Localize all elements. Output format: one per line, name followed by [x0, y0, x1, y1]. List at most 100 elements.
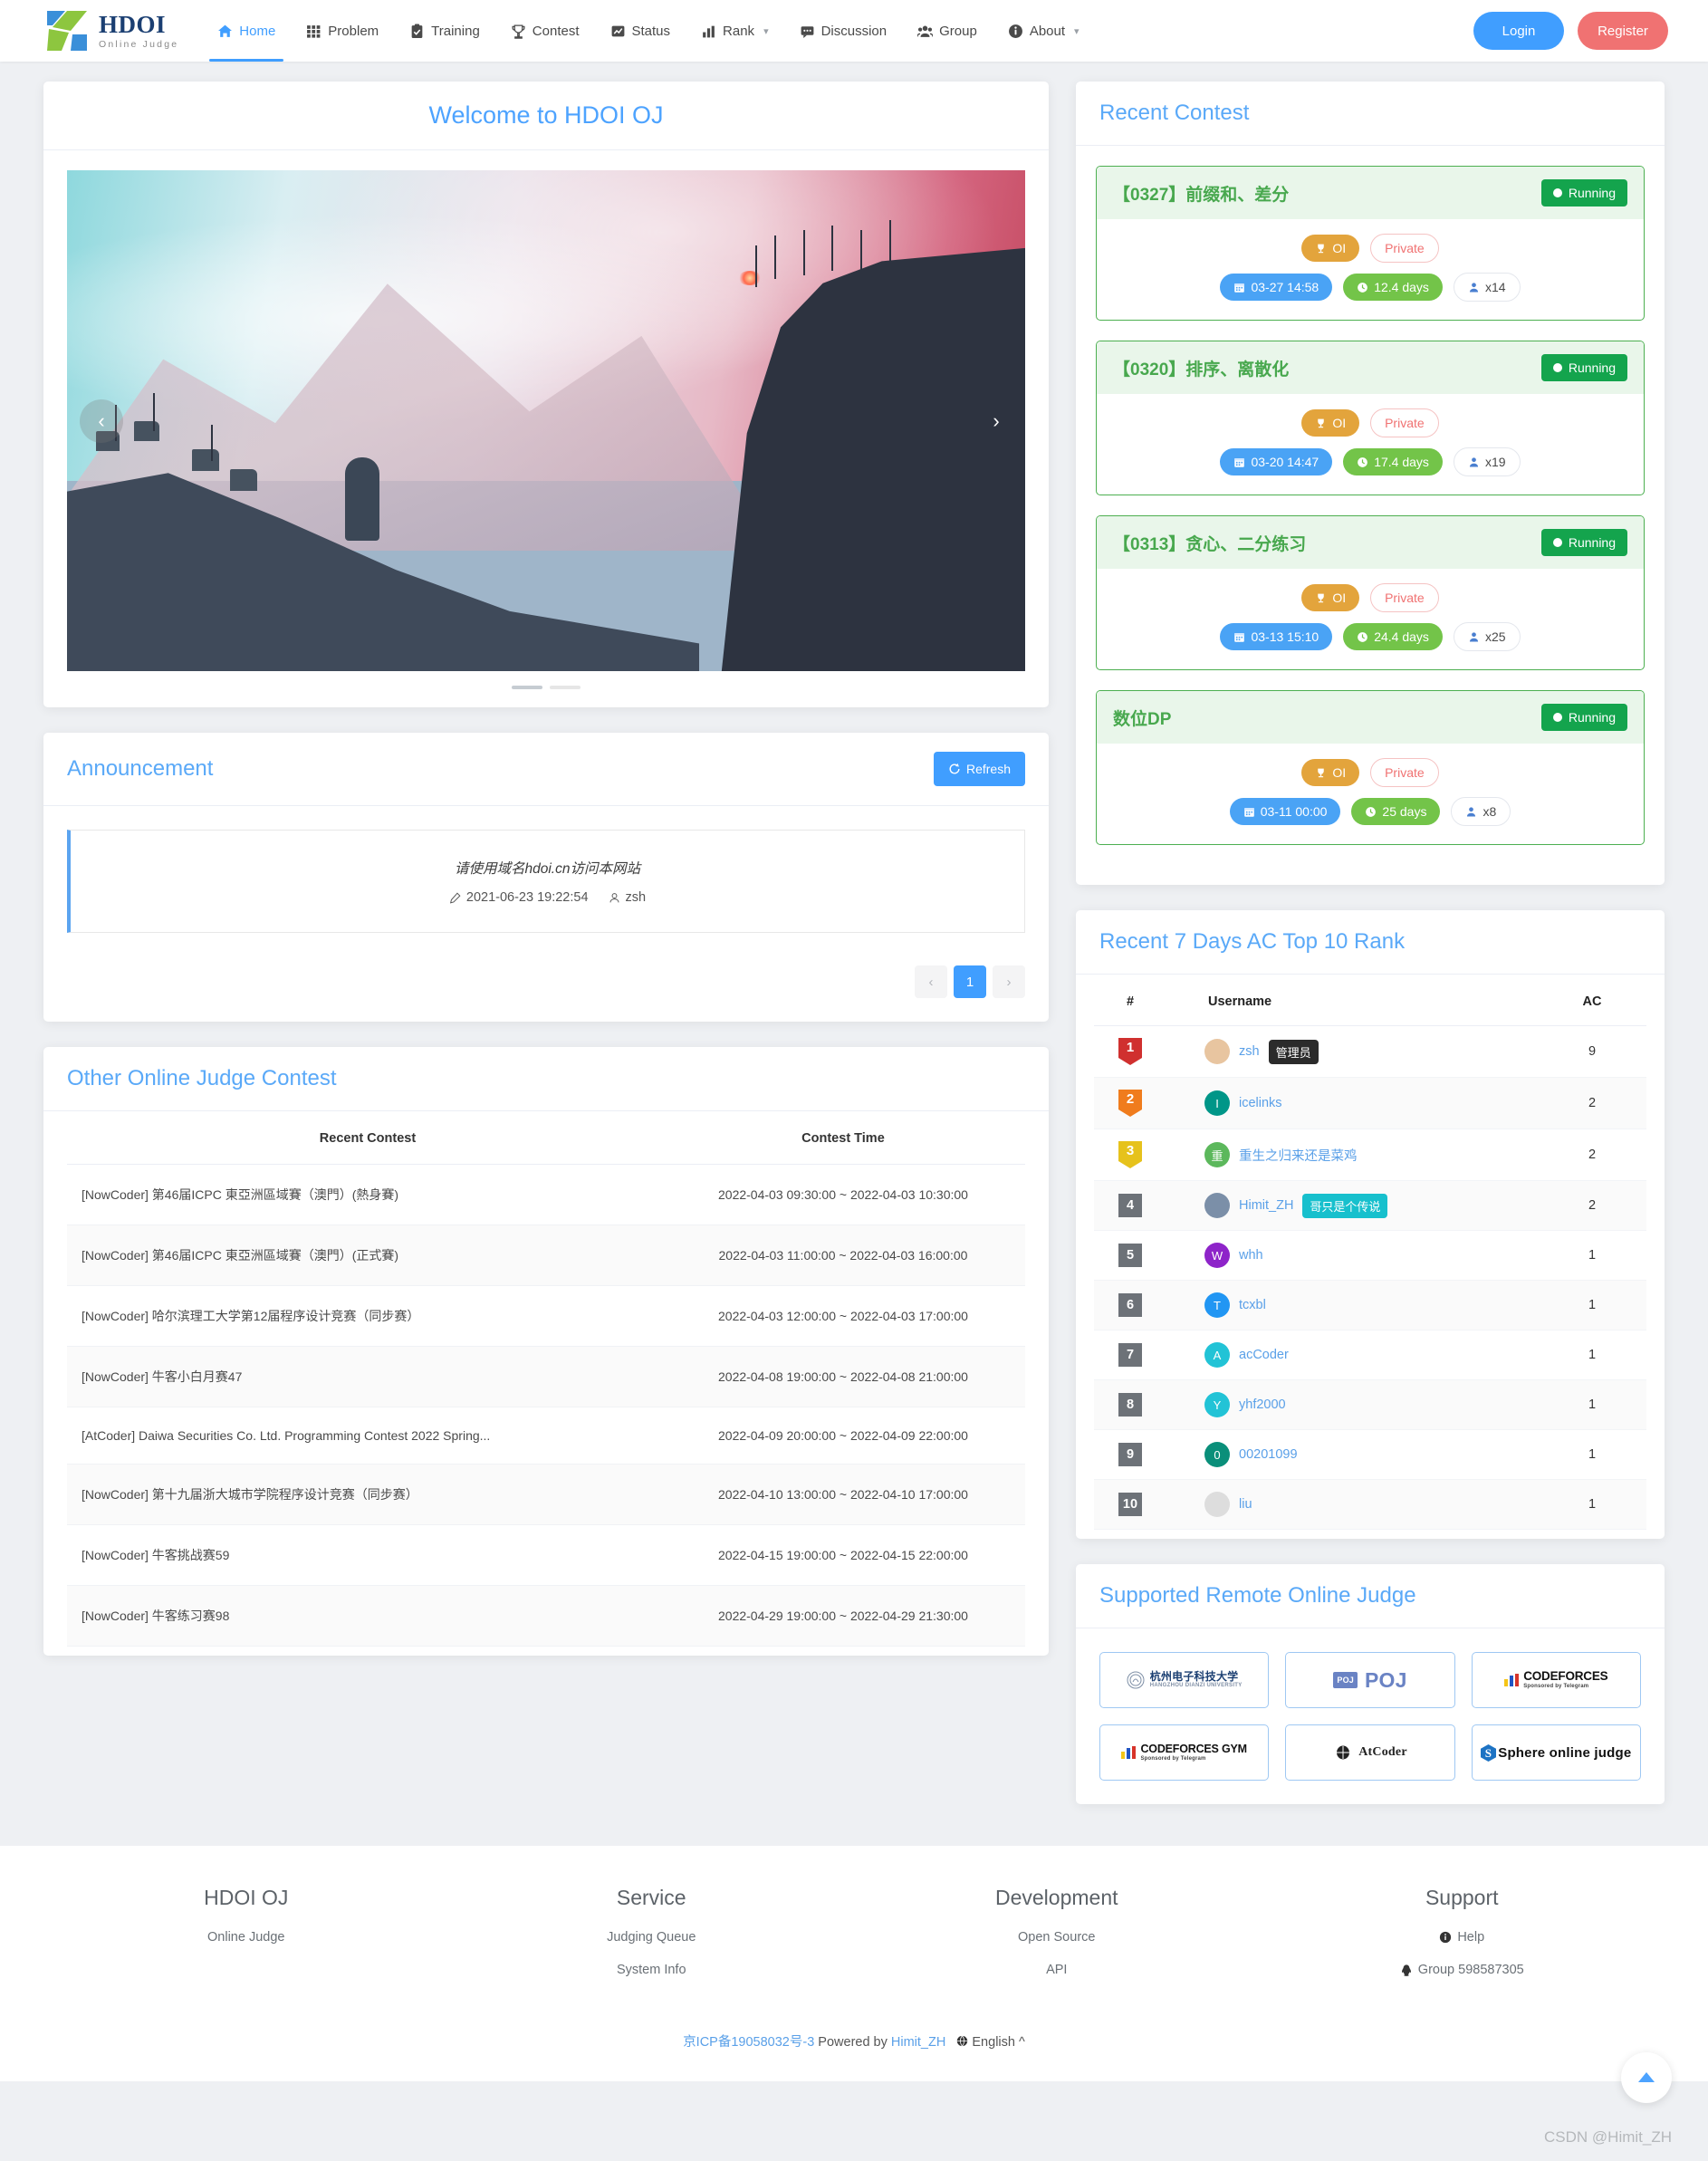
username-link[interactable]: Himit_ZH	[1239, 1198, 1293, 1213]
username-cell: Himit_ZH 哥只是个传说	[1166, 1180, 1538, 1231]
footer-link[interactable]: Online Judge	[43, 1930, 449, 1945]
table-row[interactable]: 7 A acCoder 1	[1094, 1330, 1646, 1380]
table-header-row: # Username AC	[1094, 980, 1646, 1026]
comment-icon	[800, 24, 815, 39]
table-row[interactable]: 2 I icelinks 2	[1094, 1077, 1646, 1129]
footer-link[interactable]: System Info	[449, 1963, 855, 1977]
register-button[interactable]: Register	[1578, 12, 1668, 50]
username-link[interactable]: tcxbl	[1239, 1298, 1266, 1312]
footer-link[interactable]: Open Source	[854, 1930, 1260, 1945]
remote-judge-item-codeforces[interactable]: CODEFORCES Sponsored by Telegram	[1471, 1652, 1641, 1708]
table-row[interactable]: [NowCoder] 牛客练习赛98 2022-04-29 19:00:00 ~ …	[67, 1585, 1025, 1647]
contest-card[interactable]: 数位DP Running OI Private 03-11 00:00 25 d…	[1096, 690, 1645, 845]
chevron-right-icon[interactable]: ›	[974, 399, 1018, 443]
table-row[interactable]: [NowCoder] 第46届ICPC 東亞洲區域賽（澳門）(正式賽) 2022-…	[67, 1225, 1025, 1286]
username-link[interactable]: zsh	[1239, 1044, 1260, 1059]
rank-cell: 7	[1094, 1330, 1166, 1380]
nav-item-discussion[interactable]: Discussion	[784, 0, 903, 62]
pager-next[interactable]: ›	[993, 965, 1025, 998]
col-recent-contest: Recent Contest	[67, 1117, 661, 1165]
nav-item-home[interactable]: Home	[202, 0, 291, 62]
nav-item-group[interactable]: Group	[902, 0, 993, 62]
contest-name: [NowCoder] 第46届ICPC 東亞洲區域賽（澳門）(正式賽)	[67, 1225, 661, 1286]
nav-item-status[interactable]: Status	[595, 0, 686, 62]
contest-card[interactable]: 【0313】贪心、二分练习 Running OI Private 03-13 1…	[1096, 515, 1645, 670]
rank-cell: 5	[1094, 1230, 1166, 1281]
powered-by-label: Powered by	[818, 2035, 888, 2050]
table-row[interactable]: 4 Himit_ZH 哥只是个传说 2	[1094, 1180, 1646, 1231]
table-row[interactable]: 10 liu 1	[1094, 1479, 1646, 1530]
table-row[interactable]: [NowCoder] 第十九届浙大城市学院程序设计竞赛（同步赛） 2022-04-…	[67, 1464, 1025, 1525]
nav-item-rank[interactable]: Rank ▾	[686, 0, 784, 62]
contest-visibility-tag: Private	[1370, 234, 1439, 263]
pager-prev[interactable]: ‹	[915, 965, 947, 998]
login-button[interactable]: Login	[1473, 12, 1564, 50]
contest-card[interactable]: 【0327】前缀和、差分 Running OI Private 03-27 14…	[1096, 166, 1645, 321]
footer-link[interactable]: Judging Queue	[449, 1930, 855, 1945]
username-link[interactable]: icelinks	[1239, 1096, 1282, 1110]
table-row[interactable]: 8 Y yhf2000 1	[1094, 1379, 1646, 1430]
table-row[interactable]: [NowCoder] 哈尔滨理工大学第12届程序设计竞赛（同步赛） 2022-04…	[67, 1285, 1025, 1347]
username-link[interactable]: liu	[1239, 1497, 1252, 1512]
username-link[interactable]: acCoder	[1239, 1348, 1289, 1362]
remote-judge-item-hdu[interactable]: 杭州电子科技大学 HANGZHOU DIANZI UNIVERSITY	[1099, 1652, 1270, 1708]
pager-page-1[interactable]: 1	[954, 965, 986, 998]
remote-judge-item-poj[interactable]: POJ POJ	[1285, 1652, 1455, 1708]
brand-logo-link[interactable]: HDOI Online Judge	[43, 7, 178, 54]
username-link[interactable]: 重生之归来还是菜鸡	[1239, 1146, 1358, 1165]
nav-item-problem[interactable]: Problem	[291, 0, 394, 62]
rank-cell: 8	[1094, 1379, 1166, 1430]
refresh-button[interactable]: Refresh	[933, 752, 1025, 786]
user-icon	[1469, 282, 1478, 293]
chevron-left-icon[interactable]: ‹	[80, 399, 123, 443]
language-switcher[interactable]: English ^	[956, 2035, 1025, 2050]
remote-judge-item-atcoder[interactable]: AtCoder	[1285, 1724, 1455, 1781]
nav-item-contest[interactable]: Contest	[495, 0, 595, 62]
avatar: W	[1204, 1243, 1230, 1268]
avatar: I	[1204, 1090, 1230, 1116]
user-icon	[1469, 456, 1478, 467]
author-link[interactable]: Himit_ZH	[891, 2035, 945, 2050]
username-link[interactable]: yhf2000	[1239, 1397, 1286, 1412]
status-label: Running	[1568, 710, 1616, 725]
table-row[interactable]: 1 zsh 管理员 9	[1094, 1025, 1646, 1078]
back-to-top-button[interactable]	[1621, 2052, 1672, 2103]
table-row[interactable]: [NowCoder] 第46届ICPC 東亞洲區域賽（澳門）(熱身賽) 2022-…	[67, 1164, 1025, 1225]
footer-link[interactable]: Group 598587305	[1260, 1963, 1665, 1977]
username-link[interactable]: 00201099	[1239, 1447, 1298, 1462]
remote-judge-item-spoj[interactable]: S Sphere online judge	[1471, 1724, 1641, 1781]
avatar	[1204, 1193, 1230, 1218]
nav-item-about[interactable]: About ▾	[993, 0, 1095, 62]
ac-count: 2	[1538, 1077, 1646, 1129]
home-icon	[217, 24, 233, 39]
contest-tags-row-2: 03-13 15:10 24.4 days x25	[1220, 622, 1521, 651]
footer-column: Development Open Source API	[854, 1886, 1260, 1995]
contest-card[interactable]: 【0320】排序、离散化 Running OI Private 03-20 14…	[1096, 341, 1645, 495]
chevron-down-icon: ▾	[1074, 25, 1079, 37]
table-row[interactable]: [NowCoder] 牛客小白月赛47 2022-04-08 19:00:00 ~…	[67, 1346, 1025, 1407]
carousel-dot-1[interactable]	[512, 686, 542, 689]
remote-judge-item-codeforcesgym[interactable]: CODEFORCES GYM Sponsored by Telegram	[1099, 1724, 1270, 1781]
contest-type-tag: OI	[1301, 409, 1360, 437]
contest-time: 2022-04-03 11:00:00 ~ 2022-04-03 16:00:0…	[660, 1225, 1025, 1286]
table-row[interactable]: 9 0 00201099 1	[1094, 1429, 1646, 1480]
rank-number: 8	[1118, 1393, 1142, 1417]
table-row[interactable]: [NowCoder] 牛客挑战赛59 2022-04-15 19:00:00 ~ …	[67, 1524, 1025, 1586]
hero-carousel[interactable]: ‹ ›	[67, 170, 1025, 671]
footer-link-label: Open Source	[1018, 1930, 1096, 1945]
table-row[interactable]: 3 重 重生之归来还是菜鸡 2	[1094, 1129, 1646, 1181]
announcement-item[interactable]: 请使用域名hdoi.cn访问本网站 2021-06-23 19:22:54 zs…	[67, 830, 1025, 933]
contest-tags-row-2: 03-20 14:47 17.4 days x19	[1220, 447, 1521, 476]
icp-link[interactable]: 京ICP备19058032号-3	[683, 2035, 814, 2050]
table-row[interactable]: [AtCoder] Daiwa Securities Co. Ltd. Prog…	[67, 1407, 1025, 1465]
nav-item-training[interactable]: Training	[394, 0, 495, 62]
user-badge: 管理员	[1268, 1039, 1319, 1064]
carousel-dot-2[interactable]	[550, 686, 581, 689]
footer-link[interactable]: Help	[1260, 1930, 1665, 1945]
contest-time: 2022-04-15 19:00:00 ~ 2022-04-15 22:00:0…	[660, 1524, 1025, 1586]
table-row[interactable]: 6 T tcxbl 1	[1094, 1280, 1646, 1330]
medal-icon: 3	[1118, 1141, 1142, 1168]
table-row[interactable]: 5 W whh 1	[1094, 1230, 1646, 1281]
footer-link[interactable]: API	[854, 1963, 1260, 1977]
username-link[interactable]: whh	[1239, 1248, 1263, 1263]
